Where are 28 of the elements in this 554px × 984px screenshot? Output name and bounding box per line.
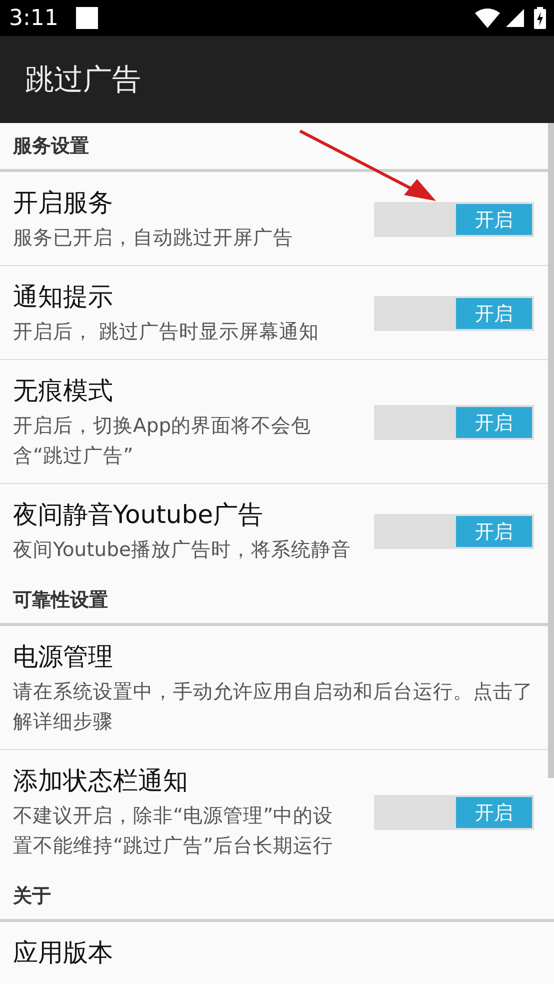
- toggle-switch[interactable]: 开启: [374, 514, 534, 549]
- item-summary: 开启后，切换App的界面将不会包含“跳过广告”: [13, 413, 312, 469]
- battery-icon: [534, 7, 546, 29]
- item-title: 添加状态栏通知: [13, 765, 189, 797]
- wifi-icon: [475, 8, 500, 28]
- item-title: 电源管理: [13, 641, 114, 673]
- item-title: 开启服务: [13, 187, 114, 219]
- item-title: 夜间静音Youtube广告: [13, 499, 264, 531]
- section-title: 关于: [13, 884, 51, 909]
- toggle-switch[interactable]: 开启: [374, 296, 534, 331]
- item-title: 无痕模式: [13, 375, 114, 407]
- item-summary: 夜间Youtube播放广告时，将系统静音: [13, 537, 352, 563]
- item-title: 应用版本: [13, 937, 114, 969]
- item-summary: 服务已开启，自动跳过开屏广告: [13, 225, 294, 251]
- app-title: 跳过广告: [25, 60, 141, 98]
- scrollbar[interactable]: [548, 123, 554, 778]
- item-summary: 不建议开启，除非“电源管理”中的设置不能维持“跳过广告”后台长期运行: [13, 803, 334, 859]
- toggle-switch[interactable]: 开启: [374, 202, 534, 237]
- section-title: 可靠性设置: [13, 588, 108, 613]
- toggle-switch[interactable]: 开启: [374, 405, 534, 440]
- item-summary: 开启后， 跳过广告时显示屏幕通知: [13, 319, 320, 345]
- item-title: 通知提示: [13, 281, 114, 313]
- signal-icon: [506, 9, 524, 27]
- notification-icon: [76, 7, 98, 29]
- toggle-switch[interactable]: 开启: [374, 795, 534, 830]
- section-title: 服务设置: [13, 134, 89, 159]
- item-summary: 请在系统设置中，手动允许应用自启动和后台运行。点击了解详细步骤: [13, 679, 534, 735]
- clock: 3:11: [9, 6, 58, 30]
